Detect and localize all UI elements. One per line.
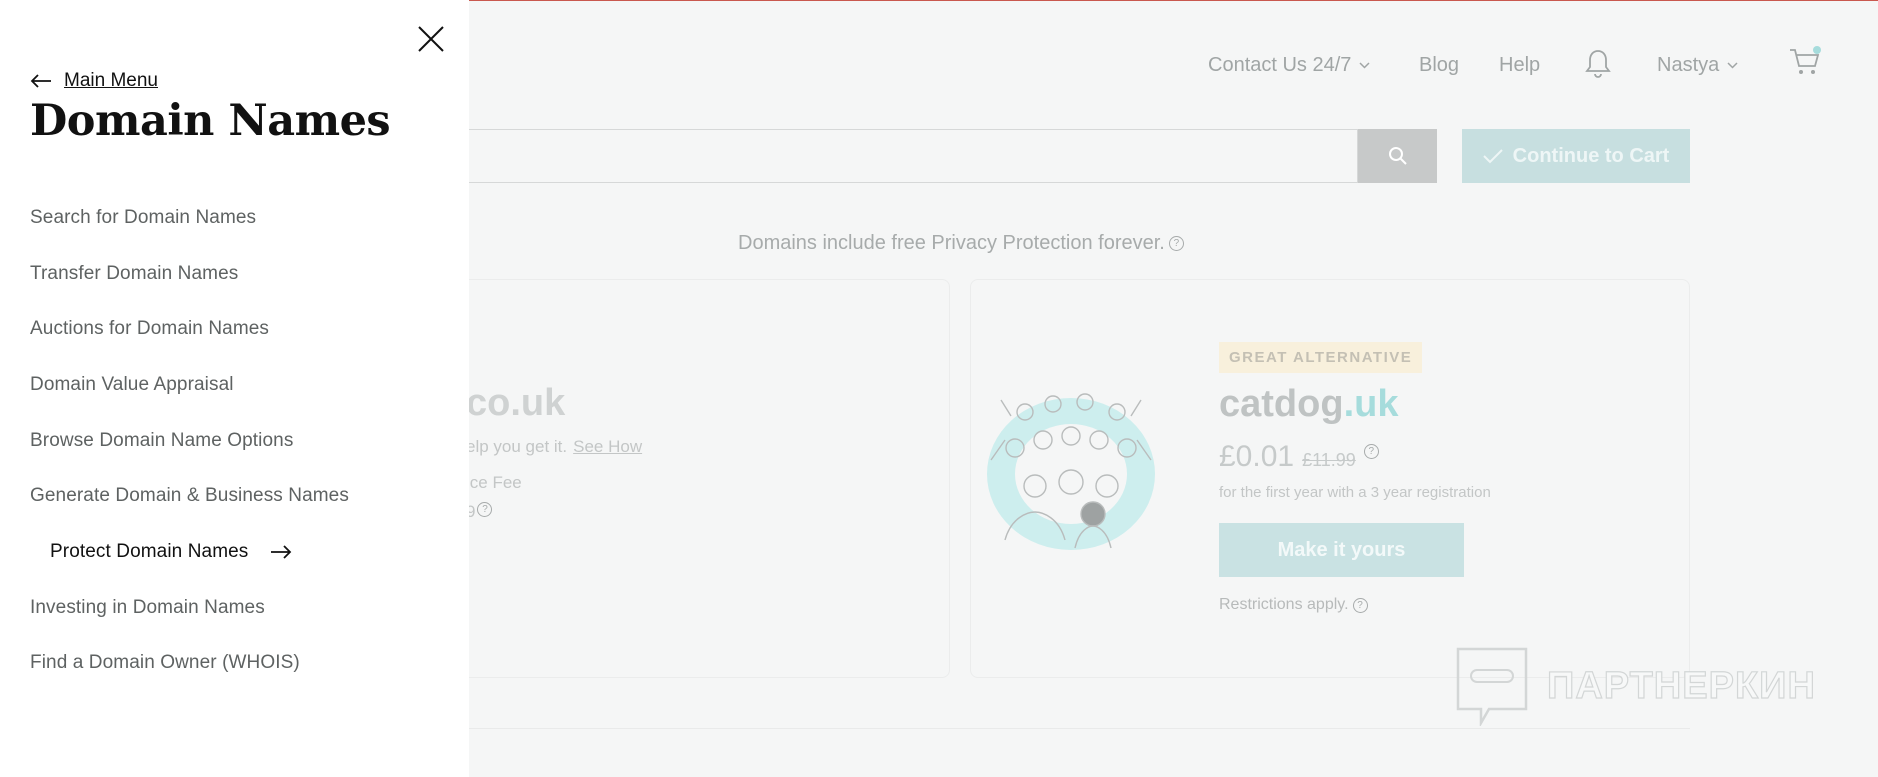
user-menu[interactable]: Nastya bbox=[1657, 54, 1738, 77]
menu-item-protect-domains[interactable]: Protect Domain Names bbox=[30, 524, 349, 580]
menu-item-appraisal[interactable]: Domain Value Appraisal bbox=[30, 357, 349, 413]
people-illustration bbox=[987, 393, 1155, 550]
bell-icon bbox=[1585, 50, 1611, 78]
domain-name: co.uk bbox=[466, 382, 566, 424]
continue-to-cart-button[interactable]: Continue to Cart bbox=[1462, 129, 1690, 183]
cart-icon bbox=[1790, 46, 1821, 74]
help-circle-icon[interactable]: ? bbox=[1168, 236, 1184, 251]
close-drawer-button[interactable] bbox=[417, 25, 445, 53]
arrow-right-icon bbox=[271, 545, 292, 559]
menu-item-whois[interactable]: Find a Domain Owner (WHOIS) bbox=[30, 636, 349, 692]
service-fee-text: ice Fee bbox=[466, 473, 522, 492]
chevron-down-icon bbox=[1727, 62, 1738, 69]
notifications-button[interactable] bbox=[1584, 48, 1612, 85]
check-icon bbox=[1482, 148, 1503, 163]
menu-item-search-domains[interactable]: Search for Domain Names bbox=[30, 190, 349, 246]
watermark-logo-icon bbox=[1456, 647, 1528, 726]
watermark-text: ПАРТНЕРКИН bbox=[1546, 664, 1816, 707]
first-year-note: for the first year with a 3 year registr… bbox=[1219, 484, 1491, 501]
watermark: ПАРТНЕРКИН bbox=[1455, 646, 1816, 726]
menu-item-browse-options[interactable]: Browse Domain Name Options bbox=[30, 413, 349, 469]
great-alternative-badge: GREAT ALTERNATIVE bbox=[1219, 342, 1423, 373]
domain-tld: .uk bbox=[1343, 383, 1399, 425]
menu-item-protect-label: Protect Domain Names bbox=[50, 540, 249, 562]
main-menu-label: Main Menu bbox=[64, 70, 158, 91]
domain-note: elp you get it. See How bbox=[466, 437, 642, 457]
price-fragment: 9 ? bbox=[466, 502, 493, 522]
contact-menu[interactable]: Contact Us 24/7 bbox=[1208, 54, 1370, 77]
price: £0.01 £11.99 ? bbox=[1219, 440, 1379, 474]
menu-item-auctions[interactable]: Auctions for Domain Names bbox=[30, 301, 349, 357]
alternative-domain-card: GREAT ALTERNATIVE catdog.uk £0.01 £11.99… bbox=[970, 279, 1690, 678]
make-it-yours-button[interactable]: Make it yours bbox=[1219, 523, 1464, 577]
search-icon bbox=[1388, 147, 1407, 165]
close-icon bbox=[418, 26, 444, 52]
help-circle-icon[interactable]: ? bbox=[1363, 444, 1379, 459]
menu-item-transfer-domains[interactable]: Transfer Domain Names bbox=[30, 246, 349, 302]
domain-names-drawer: Main Menu Domain Names Search for Domain… bbox=[0, 0, 469, 777]
contact-label: Contact Us 24/7 bbox=[1208, 54, 1352, 76]
domain-menu: Search for Domain Names Transfer Domain … bbox=[30, 190, 349, 691]
drawer-title: Domain Names bbox=[30, 96, 391, 146]
blog-link[interactable]: Blog bbox=[1419, 54, 1459, 77]
menu-item-investing[interactable]: Investing in Domain Names bbox=[30, 580, 349, 636]
restrictions-note: Restrictions apply. ? bbox=[1219, 596, 1368, 614]
help-circle-icon[interactable]: ? bbox=[477, 502, 493, 517]
help-link[interactable]: Help bbox=[1499, 54, 1540, 77]
see-how-link[interactable]: See How bbox=[573, 437, 642, 456]
user-name: Nastya bbox=[1657, 54, 1720, 76]
section-divider bbox=[440, 728, 1690, 729]
chevron-down-icon bbox=[1359, 62, 1370, 69]
restrictions-text: Restrictions apply. bbox=[1219, 596, 1349, 613]
domain-note-text: elp you get it. bbox=[466, 437, 568, 456]
price-new: £0.01 bbox=[1219, 440, 1295, 473]
cart-button[interactable] bbox=[1788, 46, 1822, 83]
arrow-left-icon bbox=[30, 74, 51, 88]
privacy-text: Domains include free Privacy Protection … bbox=[738, 232, 1165, 254]
domain-result-card: co.uk elp you get it. See How ice Fee 9 ? bbox=[440, 279, 950, 678]
help-circle-icon[interactable]: ? bbox=[1352, 597, 1368, 613]
main-menu-back-link[interactable]: Main Menu bbox=[30, 70, 158, 92]
search-button[interactable] bbox=[1358, 129, 1437, 183]
continue-to-cart-label: Continue to Cart bbox=[1512, 144, 1670, 167]
price-old: £11.99 bbox=[1302, 450, 1356, 470]
privacy-note: Domains include free Privacy Protection … bbox=[738, 232, 1184, 255]
alternative-domain-name: catdog.uk bbox=[1219, 383, 1398, 426]
menu-item-generate-names[interactable]: Generate Domain & Business Names bbox=[30, 468, 349, 524]
domain-search-input[interactable] bbox=[468, 129, 1358, 183]
domain-base: catdog bbox=[1219, 383, 1344, 425]
